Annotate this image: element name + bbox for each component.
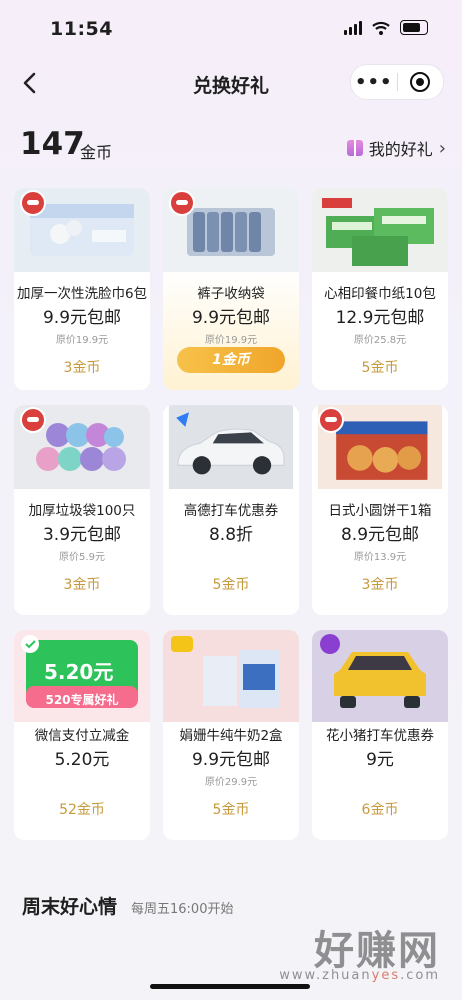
gift-original-price: 原价19.9元	[55, 335, 109, 346]
gift-price: 9.9元包邮	[191, 750, 271, 770]
chevron-right-icon: ›	[438, 137, 446, 159]
gift-coin-cost: 6金币	[361, 802, 399, 818]
gift-name: 高德打车优惠券	[183, 503, 279, 519]
signal-icon	[344, 20, 362, 35]
gift-name: 加厚一次性洗脸巾6包	[16, 286, 148, 302]
coin-amount: 147	[20, 126, 85, 162]
gift-card-biscuits[interactable]: 日式小圆饼干1箱 8.9元包邮 原价13.9元 3金币	[312, 405, 448, 615]
mini-program-capsule: •••	[350, 64, 444, 100]
section-subtitle: 每周五16:00开始	[131, 902, 234, 917]
home-indicator	[150, 984, 310, 989]
gift-price: 5.20元	[54, 750, 110, 770]
gift-coin-cost: 5金币	[212, 802, 250, 818]
gift-price: 3.9元包邮	[42, 525, 122, 545]
section-title: 周末好心情	[22, 896, 118, 918]
more-icon[interactable]: •••	[351, 72, 397, 93]
gift-card-face-towels[interactable]: 加厚一次性洗脸巾6包 9.9元包邮 原价19.9元 3金币	[14, 188, 150, 390]
gift-icon	[346, 140, 363, 156]
my-gifts-label: 我的好礼	[368, 140, 433, 159]
gift-original-price: 原价19.9元	[204, 335, 258, 346]
gift-coin-cost: 5金币	[212, 577, 250, 593]
gift-price: 12.9元包邮	[335, 308, 425, 328]
gift-original-price: 原价5.9元	[59, 552, 105, 563]
gift-name: 微信支付立减金	[34, 728, 130, 744]
gift-card-wechat-pay[interactable]: 5.20元 520专属好礼 微信支付立减金 5.20元 52金币	[14, 630, 150, 840]
gift-coin-cost: 5金币	[361, 360, 399, 376]
brand-badge-icon	[20, 190, 46, 216]
gift-card-milk[interactable]: 娟姗牛纯牛奶2盒 9.9元包邮 原价29.9元 5金币	[163, 630, 299, 840]
watermark-url-b: yes	[371, 968, 401, 983]
status-time: 11:54	[50, 18, 113, 40]
gift-original-price: 原价25.8元	[353, 335, 407, 346]
car-image	[168, 405, 294, 489]
gift-name: 心相印餐巾纸10包	[324, 286, 436, 302]
gift-price: 8.8折	[208, 525, 254, 545]
brand-badge-icon	[169, 190, 195, 216]
yellow-car-image	[312, 630, 448, 722]
gift-original-price: 原价13.9元	[353, 552, 407, 563]
gift-coin-cost: 3金币	[361, 577, 399, 593]
close-program-button[interactable]	[397, 72, 443, 92]
watermark-url: www.zhuanyes.com	[279, 968, 440, 983]
gift-price: 9元	[366, 750, 394, 770]
gift-price: 8.9元包邮	[340, 525, 420, 545]
voucher-banner: 520专属好礼	[45, 693, 119, 707]
gift-card-napkins[interactable]: 心相印餐巾纸10包 12.9元包邮 原价25.8元 5金币	[312, 188, 448, 390]
redeem-button[interactable]: 1金币	[177, 347, 285, 373]
watermark: 好赚网 www.zhuanyes.com	[250, 918, 440, 988]
gift-card-garbage-bags[interactable]: 加厚垃圾袋100只 3.9元包邮 原价5.9元 3金币	[14, 405, 150, 615]
voucher-amount: 5.20元	[44, 660, 114, 684]
gift-card-amap-taxi[interactable]: 高德打车优惠券 8.8折 5金币	[163, 405, 299, 615]
gift-original-price: 原价29.9元	[204, 777, 258, 788]
gift-name: 裤子收纳袋	[197, 286, 265, 302]
wifi-icon	[372, 21, 390, 35]
gift-price: 9.9元包邮	[42, 308, 122, 328]
brand-badge-icon	[20, 407, 46, 433]
watermark-url-c: .com	[400, 968, 440, 983]
napkin-product-image	[312, 188, 448, 272]
gift-coin-cost: 52金币	[59, 802, 105, 818]
gift-card-pants-storage[interactable]: 裤子收纳袋 9.9元包邮 原价19.9元 1金币	[163, 188, 299, 390]
gift-coin-cost: 3金币	[63, 577, 101, 593]
battery-icon	[400, 20, 428, 35]
milk-product-image	[163, 630, 299, 722]
my-gifts-link[interactable]: 我的好礼 ›	[346, 136, 446, 160]
navigation-bar: 兑换好礼 •••	[0, 58, 462, 108]
brand-badge-icon	[318, 407, 344, 433]
gift-name: 娟姗牛纯牛奶2盒	[179, 728, 283, 744]
status-bar: 11:54	[0, 0, 462, 58]
target-icon	[410, 72, 431, 92]
gift-name: 日式小圆饼干1箱	[328, 503, 432, 519]
gift-card-huaxiaozhu-taxi[interactable]: 花小猪打车优惠券 9元 6金币	[312, 630, 448, 840]
gift-name: 花小猪打车优惠券	[326, 728, 434, 744]
status-icons	[344, 20, 428, 35]
watermark-url-a: www.zhuan	[279, 968, 372, 983]
gift-coin-cost: 3金币	[63, 360, 101, 376]
gift-name: 加厚垃圾袋100只	[28, 503, 136, 519]
gift-price: 9.9元包邮	[191, 308, 271, 328]
coin-unit: 金币	[80, 143, 113, 162]
coin-balance-row: 147 金币 我的好礼 ›	[20, 126, 446, 166]
